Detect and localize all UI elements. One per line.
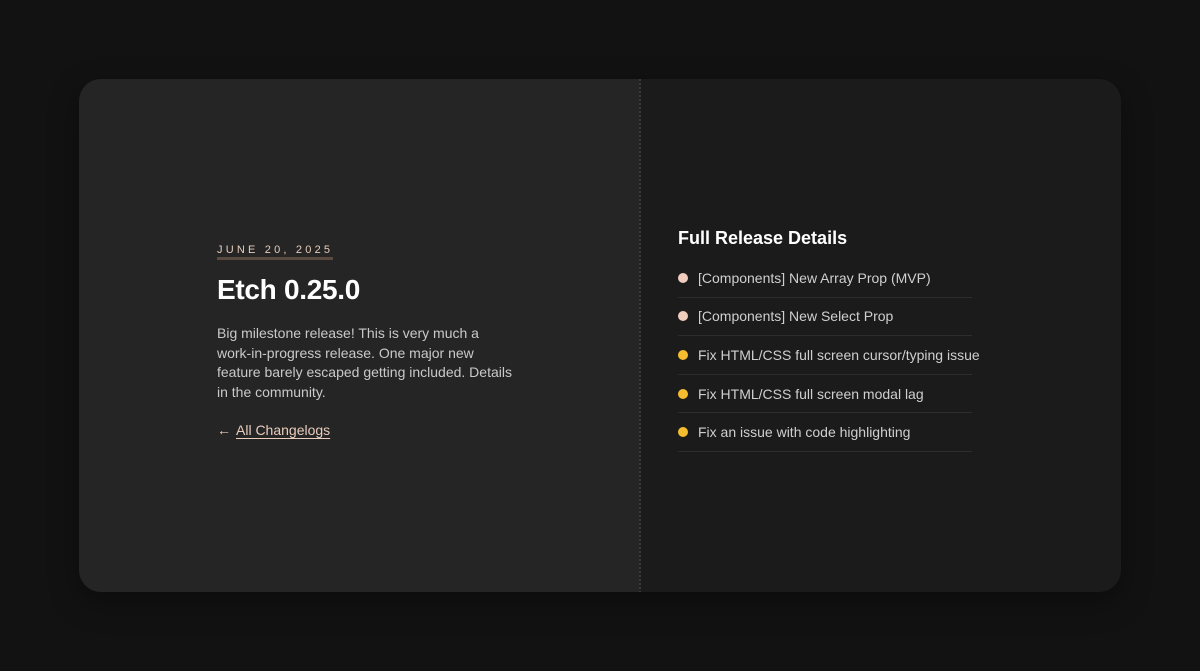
release-summary: JUNE 20, 2025 Etch 0.25.0 Big milestone …: [217, 240, 517, 438]
release-description: Big milestone release! This is very much…: [217, 325, 512, 400]
release-items-list: [Components] New Array Prop (MVP) [Compo…: [678, 259, 980, 452]
release-title: Etch 0.25.0: [217, 274, 361, 305]
changelog-card: JUNE 20, 2025 Etch 0.25.0 Big milestone …: [79, 79, 1121, 592]
fix-dot-icon: [678, 427, 688, 438]
all-changelogs-link[interactable]: All Changelogs: [236, 422, 330, 438]
release-date: JUNE 20, 2025: [217, 244, 334, 260]
arrow-left-icon: ←: [217, 422, 231, 438]
list-item: Fix an issue with code highlighting: [678, 413, 972, 452]
feature-dot-icon: [678, 272, 688, 283]
list-item-label: Fix HTML/CSS full screen cursor/typing i…: [698, 346, 980, 363]
fix-dot-icon: [678, 349, 688, 360]
release-summary-panel: JUNE 20, 2025 Etch 0.25.0 Big milestone …: [79, 79, 639, 592]
list-item: Fix HTML/CSS full screen modal lag: [678, 375, 972, 414]
details-title: Full Release Details: [678, 228, 848, 248]
list-item-label: Fix an issue with code highlighting: [698, 424, 911, 441]
list-item: [Components] New Array Prop (MVP): [678, 259, 972, 298]
fix-dot-icon: [678, 388, 688, 399]
release-details: Full Release Details [Components] New Ar…: [678, 228, 980, 452]
release-details-panel: Full Release Details [Components] New Ar…: [641, 79, 1121, 592]
list-item: Fix HTML/CSS full screen cursor/typing i…: [678, 336, 980, 375]
back-nav: ← All Changelogs: [217, 422, 517, 438]
list-item-label: [Components] New Array Prop (MVP): [698, 269, 931, 286]
list-item-label: [Components] New Select Prop: [698, 308, 894, 325]
feature-dot-icon: [678, 311, 688, 322]
list-item-label: Fix HTML/CSS full screen modal lag: [698, 385, 924, 402]
list-item: [Components] New Select Prop: [678, 298, 972, 337]
